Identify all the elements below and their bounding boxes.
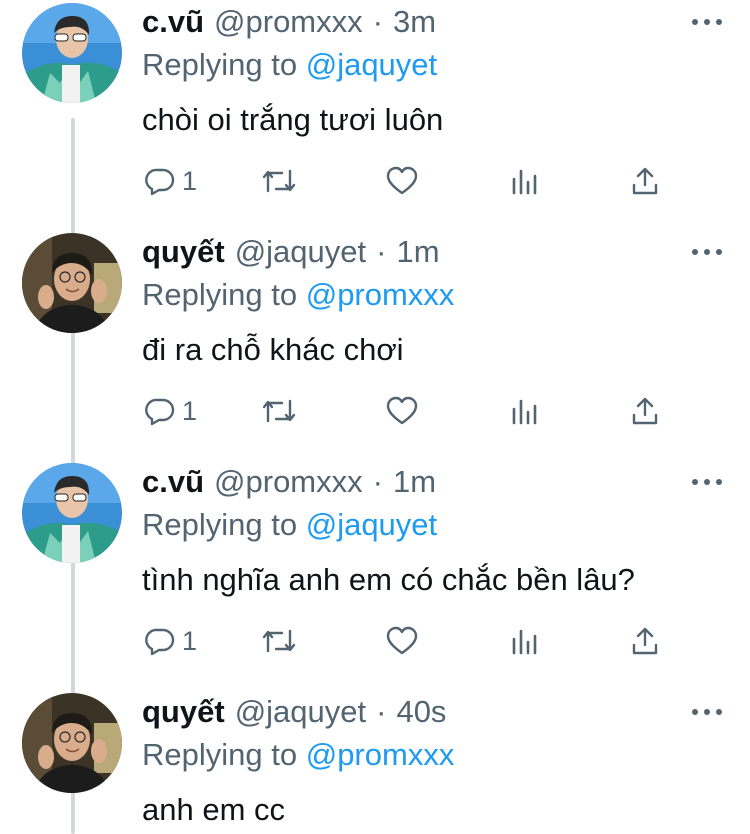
display-name[interactable]: quyết <box>142 232 225 272</box>
retweet-icon <box>262 399 296 423</box>
replying-to: Replying to @jaquyet <box>142 45 437 85</box>
separator-dot: · <box>372 4 383 39</box>
mention-link[interactable]: @jaquyet <box>306 507 437 542</box>
timestamp[interactable]: 1m <box>393 462 436 502</box>
share-button[interactable] <box>630 163 660 199</box>
replying-to: Replying to @promxxx <box>142 735 454 775</box>
reply-count: 1 <box>182 395 198 426</box>
retweet-button[interactable] <box>260 163 298 199</box>
tweet-text: đi ra chỗ khác chơi <box>142 332 404 367</box>
timestamp[interactable]: 3m <box>393 2 436 42</box>
analytics-icon <box>512 169 537 195</box>
tweet-text: chòi oi trắng tươi luôn <box>142 102 444 137</box>
share-icon <box>632 397 658 425</box>
display-name[interactable]: c.vũ <box>142 2 204 42</box>
analytics-button[interactable] <box>510 163 540 199</box>
tweet[interactable]: quyết @jaquyet · 40s Replying to @promxx… <box>0 690 750 834</box>
reply-button[interactable]: 1 <box>144 163 197 199</box>
retweet-icon <box>262 169 296 193</box>
reply-icon <box>145 628 175 656</box>
like-icon <box>386 166 418 195</box>
more-icon[interactable] <box>692 242 722 262</box>
mention-link[interactable]: @promxxx <box>306 277 455 312</box>
analytics-icon <box>512 399 537 425</box>
timestamp[interactable]: 1m <box>396 232 439 272</box>
user-handle[interactable]: @promxxx <box>214 462 363 502</box>
replying-label: Replying to <box>142 737 298 772</box>
retweet-button[interactable] <box>260 393 298 429</box>
share-icon <box>632 627 658 655</box>
analytics-icon <box>512 629 537 655</box>
separator-dot: · <box>376 694 387 729</box>
reply-button[interactable]: 1 <box>144 623 197 659</box>
reply-icon <box>145 168 175 196</box>
user-handle[interactable]: @jaquyet <box>235 232 366 272</box>
like-button[interactable] <box>385 623 419 659</box>
replying-to: Replying to @jaquyet <box>142 505 437 545</box>
tweet-actions: 1 <box>142 393 682 429</box>
reply-count: 1 <box>182 165 198 196</box>
avatar[interactable] <box>22 693 122 793</box>
replying-label: Replying to <box>142 507 298 542</box>
separator-dot: · <box>376 234 387 269</box>
display-name[interactable]: c.vũ <box>142 462 204 502</box>
share-icon <box>632 167 658 195</box>
avatar[interactable] <box>22 463 122 563</box>
replying-label: Replying to <box>142 277 298 312</box>
tweet-actions: 1 <box>142 623 682 659</box>
user-handle[interactable]: @promxxx <box>214 2 363 42</box>
like-icon <box>386 396 418 425</box>
analytics-button[interactable] <box>510 623 540 659</box>
like-button[interactable] <box>385 163 419 199</box>
tweet[interactable]: quyết @jaquyet · 1m Replying to @promxxx… <box>0 230 750 460</box>
avatar[interactable] <box>22 233 122 333</box>
analytics-button[interactable] <box>510 393 540 429</box>
tweet[interactable]: c.vũ @promxxx · 3m Replying to @jaquyet … <box>0 0 750 230</box>
display-name[interactable]: quyết <box>142 692 225 732</box>
timestamp[interactable]: 40s <box>396 692 446 732</box>
like-button[interactable] <box>385 393 419 429</box>
like-icon <box>386 626 418 655</box>
reply-icon <box>145 398 175 426</box>
user-handle[interactable]: @jaquyet <box>235 692 366 732</box>
retweet-icon <box>262 629 296 653</box>
share-button[interactable] <box>630 393 660 429</box>
mention-link[interactable]: @jaquyet <box>306 47 437 82</box>
more-icon[interactable] <box>692 472 722 492</box>
reply-button[interactable]: 1 <box>144 393 197 429</box>
replying-to: Replying to @promxxx <box>142 275 454 315</box>
replying-label: Replying to <box>142 47 298 82</box>
tweet-actions: 1 <box>142 163 682 199</box>
retweet-button[interactable] <box>260 623 298 659</box>
reply-count: 1 <box>182 625 198 656</box>
separator-dot: · <box>372 464 383 499</box>
tweet-text: anh em cc <box>142 792 286 827</box>
tweet[interactable]: c.vũ @promxxx · 1m Replying to @jaquyet … <box>0 460 750 690</box>
tweet-text: tình nghĩa anh em có chắc bền lâu? <box>142 562 635 597</box>
more-icon[interactable] <box>692 12 722 32</box>
mention-link[interactable]: @promxxx <box>306 737 455 772</box>
share-button[interactable] <box>630 623 660 659</box>
more-icon[interactable] <box>692 702 722 722</box>
avatar[interactable] <box>22 3 122 103</box>
